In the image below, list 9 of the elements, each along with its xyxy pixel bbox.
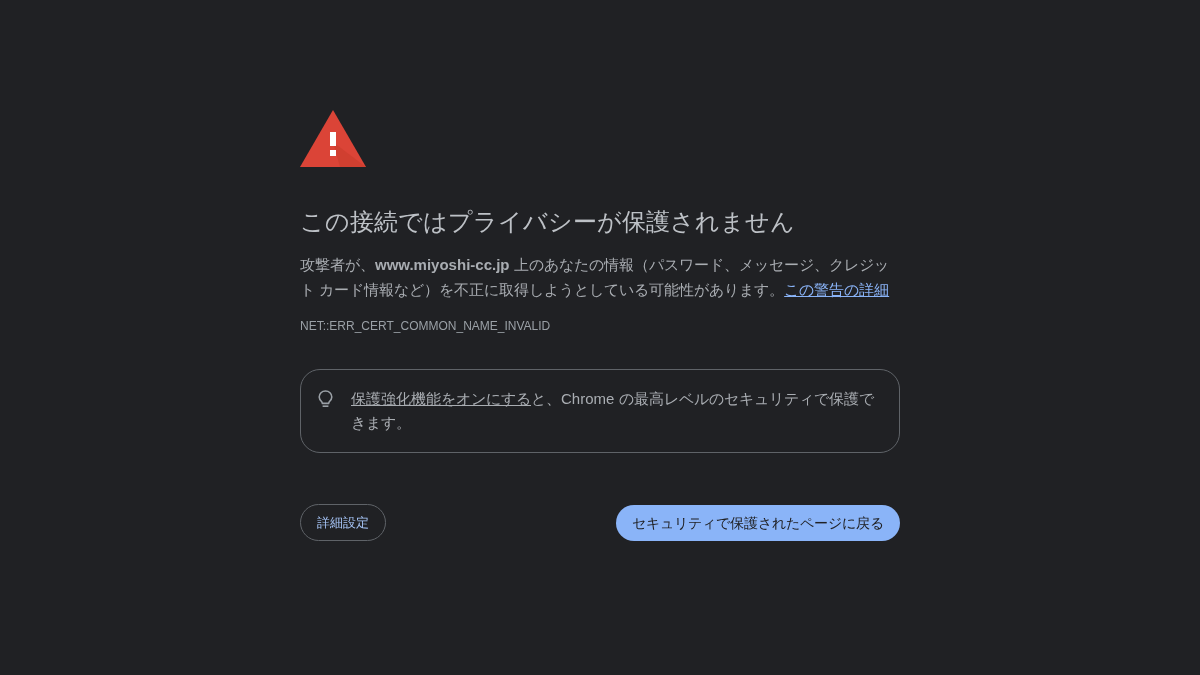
warning-triangle-icon — [300, 110, 366, 167]
learn-more-link[interactable]: この警告の詳細 — [784, 281, 890, 298]
lightbulb-icon — [318, 390, 333, 409]
warning-message: 攻撃者が、www.miyoshi-cc.jp 上のあなたの情報（パスワード、メッセージ、クレジット カード情報など）を不正に取得しようとしている可能性があります。この警告の詳細 — [300, 255, 891, 300]
enhanced-protection-link[interactable]: 保護強化機能をオンにする — [351, 390, 531, 407]
page-heading: この接続ではプライバシーが保護されません — [300, 207, 796, 237]
error-code: NET::ERR_CERT_COMMON_NAME_INVALID — [300, 318, 552, 334]
tip-text: 保護強化機能をオンにする と、Chrome の最高レベルのセキュリティで保護できます。 — [351, 389, 875, 433]
back-to-safety-button[interactable]: セキュリティで保護されたページに戻る — [616, 504, 900, 541]
